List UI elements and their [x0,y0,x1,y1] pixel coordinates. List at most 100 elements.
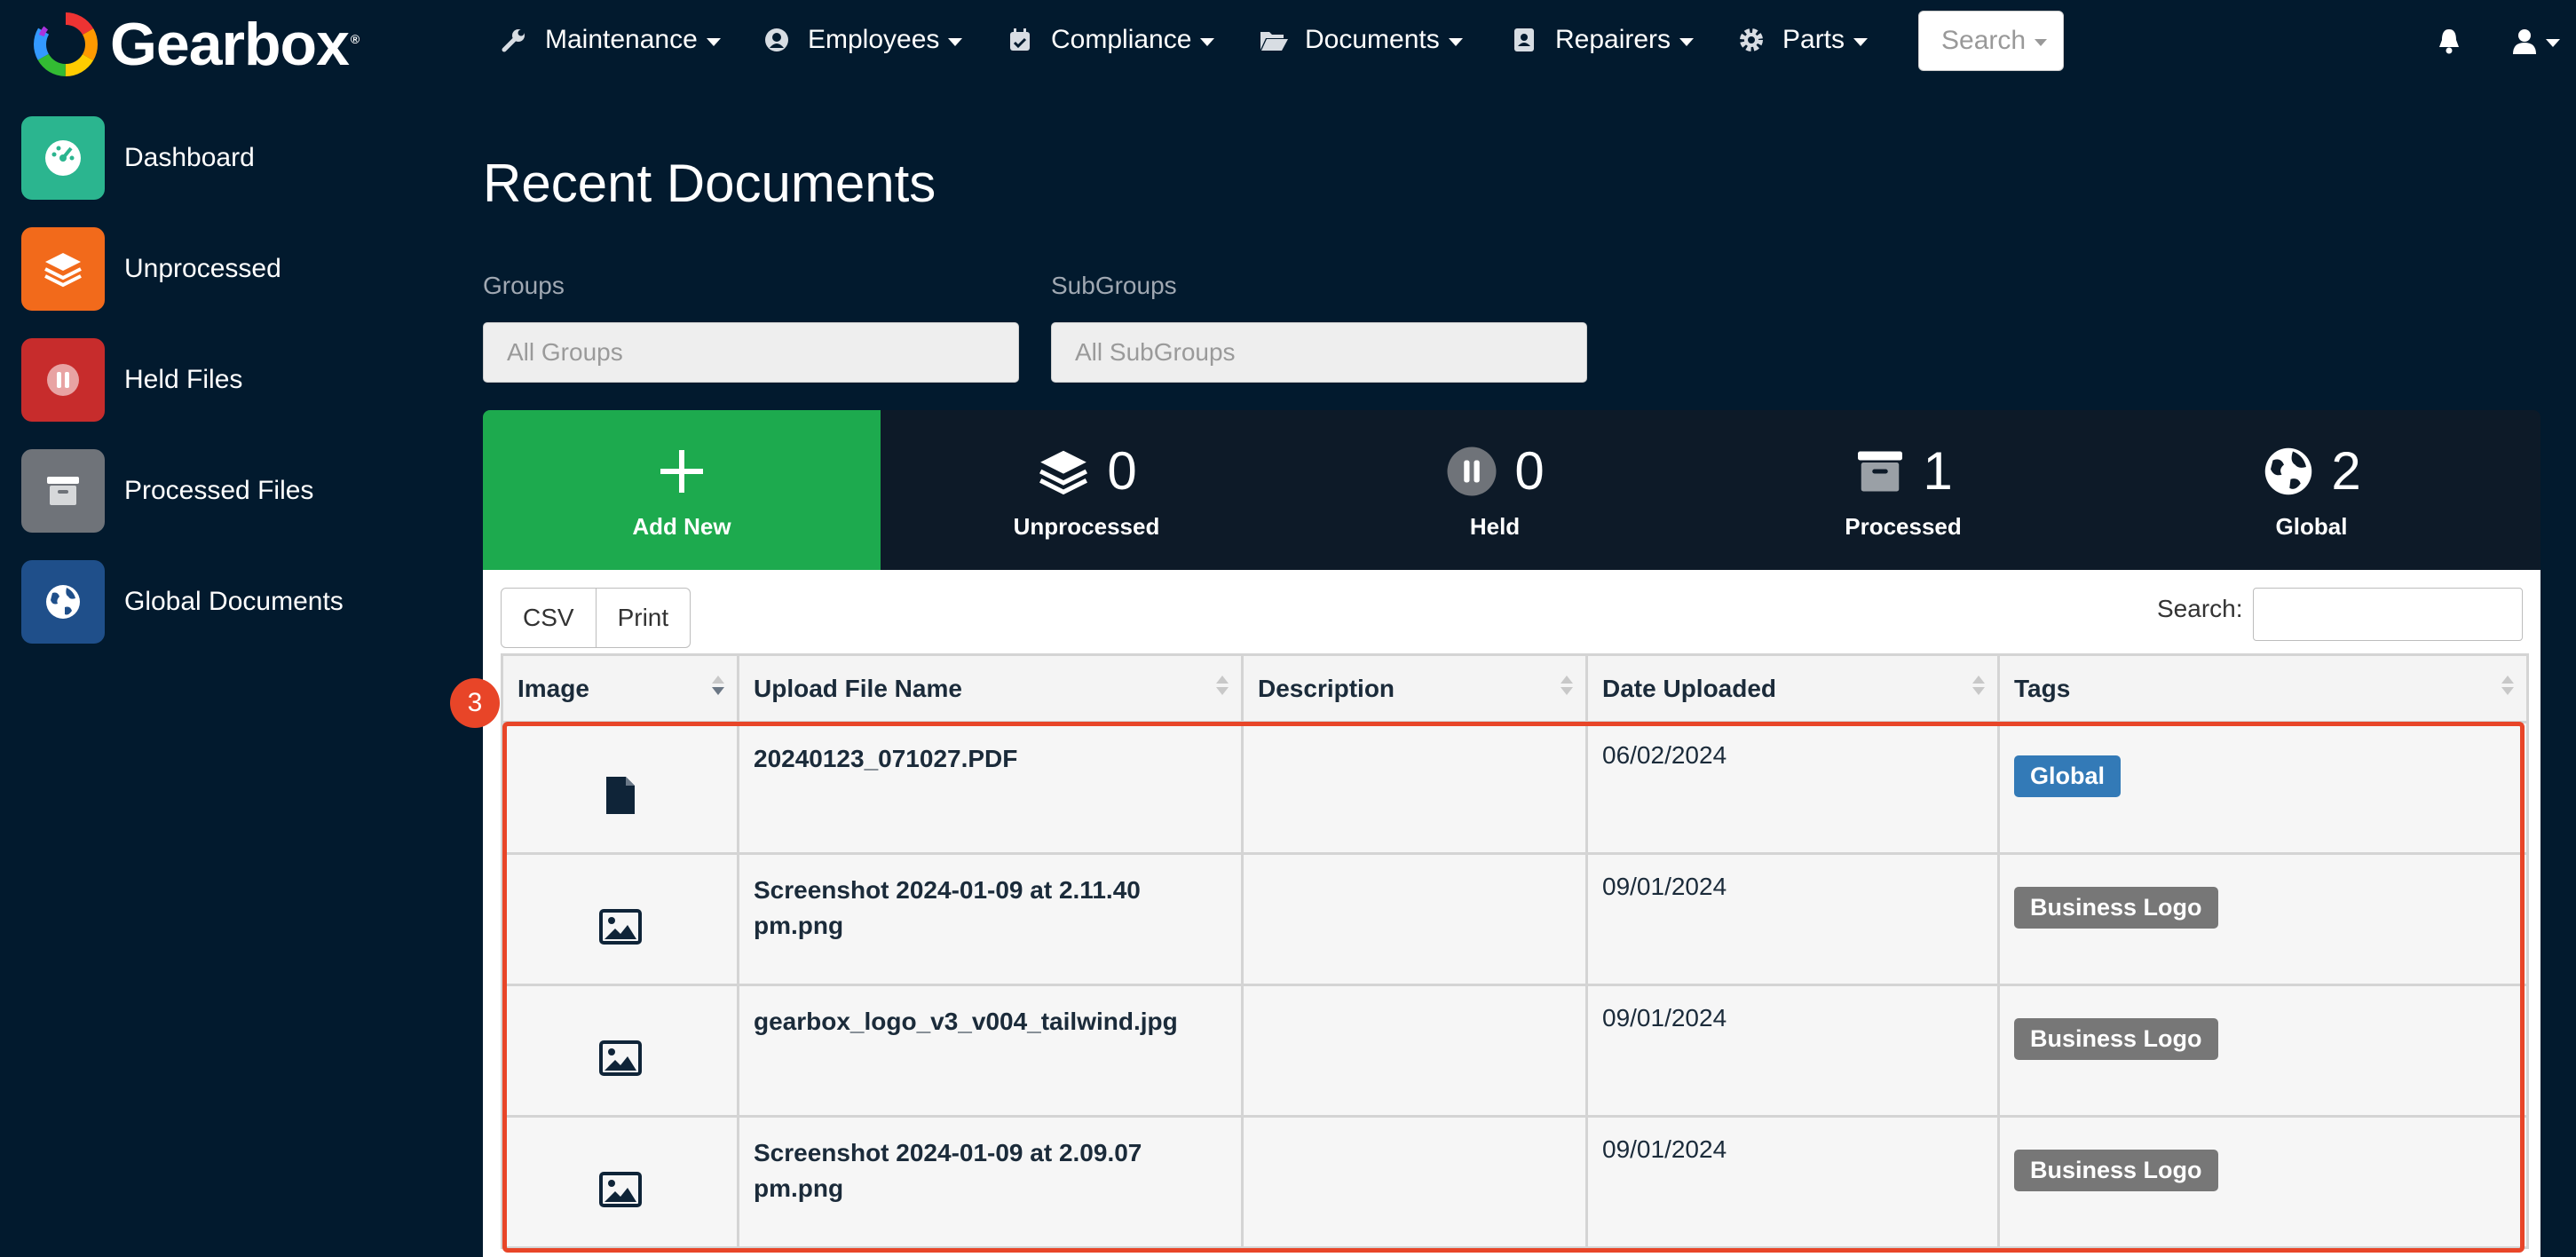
nav-repairers[interactable]: Repairers [1509,20,1695,60]
global-search-dropdown[interactable]: Search [1918,11,2064,71]
gearbox-logo[interactable]: Gearbox ® [30,9,360,80]
column-header-label: Date Uploaded [1602,674,1777,702]
column-header-label: Image [518,674,589,702]
global-documents-tile [21,560,105,644]
nav-compliance[interactable]: Compliance [1005,20,1215,60]
stat-processed[interactable]: 1 Processed [1797,410,2010,570]
nav-employees[interactable]: Employees [762,20,963,60]
groups-select[interactable]: All Groups [483,322,1019,383]
plus-icon [660,449,703,493]
table-search-input[interactable] [2253,588,2523,641]
nav-label: Maintenance [545,25,698,54]
csv-button[interactable]: CSV [501,588,597,648]
gear-icon [1736,25,1766,55]
sort-icon [1561,676,1573,695]
table-row[interactable]: Screenshot 2024-01-09 at 2.09.07 pm.png … [501,1115,2529,1249]
sidebar-item-dashboard[interactable]: Dashboard [21,115,412,201]
column-header-upload-file-name[interactable]: Upload File Name [737,653,1244,723]
tags-cell: Business Logo [1997,984,2529,1118]
chevron-down-icon [1200,37,1215,46]
sort-icon [1972,676,1985,695]
table-row[interactable]: Screenshot 2024-01-09 at 2.11.40 pm.png … [501,852,2529,986]
file-name-cell[interactable]: Screenshot 2024-01-09 at 2.11.40 pm.png [737,852,1244,986]
nav-parts[interactable]: Parts [1736,20,1869,60]
sidebar-item-unprocessed[interactable]: Unprocessed [21,226,412,312]
nav-label: Compliance [1051,25,1192,54]
column-header-label: Upload File Name [754,674,962,702]
column-header-label: Tags [2014,674,2071,702]
nav-label: Repairers [1555,25,1671,54]
column-header-tags[interactable]: Tags [1997,653,2529,723]
tags-cell: Business Logo [1997,852,2529,986]
sidebar-item-label: Held Files [124,365,243,394]
table-row[interactable]: gearbox_logo_v3_v004_tailwind.jpg 09/01/… [501,984,2529,1118]
sort-icon [2501,676,2514,695]
tag-badge[interactable]: Global [2014,755,2122,797]
image-icon [598,1172,642,1207]
print-button[interactable]: Print [596,588,691,648]
held-files-tile [21,338,105,422]
file-name-cell[interactable]: 20240123_071027.PDF [737,721,1244,855]
sort-icon [1216,676,1229,695]
nav-label: Employees [808,25,940,54]
column-header-image[interactable]: Image [501,653,739,723]
stat-held[interactable]: 0 Held [1388,410,1601,570]
folder-open-icon [1259,25,1289,55]
chevron-down-icon [948,37,963,46]
user-menu[interactable] [2512,23,2560,59]
notifications-bell-icon[interactable] [2438,23,2461,59]
description-cell [1241,1115,1588,1249]
nav-documents[interactable]: Documents [1259,20,1463,60]
chevron-down-icon [1679,37,1695,46]
image-cell [501,721,739,855]
column-header-description[interactable]: Description [1241,653,1588,723]
chevron-down-icon [1853,37,1869,46]
file-name-cell[interactable]: Screenshot 2024-01-09 at 2.09.07 pm.png [737,1115,1244,1249]
logo-text: Gearbox ® [110,11,360,78]
documents-table: Image Upload File Name Description Date … [501,653,2529,1249]
globe-icon [2265,447,2312,494]
groups-label: Groups [483,272,565,299]
stat-global[interactable]: 2 Global [2205,410,2418,570]
file-name-cell[interactable]: gearbox_logo_v3_v004_tailwind.jpg [737,984,1244,1118]
tags-cell: Business Logo [1997,1115,2529,1249]
archive-icon [1858,451,1903,491]
top-navbar: Gearbox ® Maintenance Employees Complianc… [0,0,2576,89]
nav-maintenance[interactable]: Maintenance [499,20,721,60]
sidebar-item-processed-files[interactable]: Processed Files [21,448,412,534]
stat-unprocessed[interactable]: 0 Unprocessed [944,410,1229,570]
unprocessed-tile [21,227,105,311]
user-circle-icon [762,25,792,55]
image-cell [501,984,739,1118]
column-header-date-uploaded[interactable]: Date Uploaded [1585,653,2000,723]
gearbox-logo-icon [34,12,98,76]
globe-icon [46,585,80,619]
description-cell [1241,721,1588,855]
chevron-down-icon [1448,37,1463,46]
sidebar-item-label: Unprocessed [124,254,281,283]
global-label: Global [2275,512,2348,540]
tag-badge[interactable]: Business Logo [2014,1018,2218,1060]
search-dropdown-label: Search [1941,26,2027,55]
sidebar-item-held-files[interactable]: Held Files [21,337,412,423]
subgroups-label: SubGroups [1051,272,1177,299]
processed-label: Processed [1845,512,1962,540]
held-count: 0 [1514,440,1545,501]
dashboard-tile [21,116,105,200]
nav-label: Documents [1305,25,1440,54]
pause-icon [1447,447,1497,495]
subgroups-select[interactable]: All SubGroups [1051,322,1587,383]
processed-count: 1 [1923,440,1953,501]
sidebar-item-label: Global Documents [124,587,344,616]
tag-badge[interactable]: Business Logo [2014,887,2218,929]
annotation-marker: 3 [450,678,500,728]
add-new-button[interactable]: Add New [483,410,881,570]
user-icon [2513,29,2536,54]
layers-icon [44,253,82,288]
chevron-down-icon [706,37,721,46]
tag-badge[interactable]: Business Logo [2014,1150,2218,1191]
wrench-icon [499,25,529,55]
sidebar-item-global-documents[interactable]: Global Documents [21,559,412,644]
nav-label: Parts [1782,25,1845,54]
table-row[interactable]: 20240123_071027.PDF 06/02/2024 Global [501,721,2529,855]
